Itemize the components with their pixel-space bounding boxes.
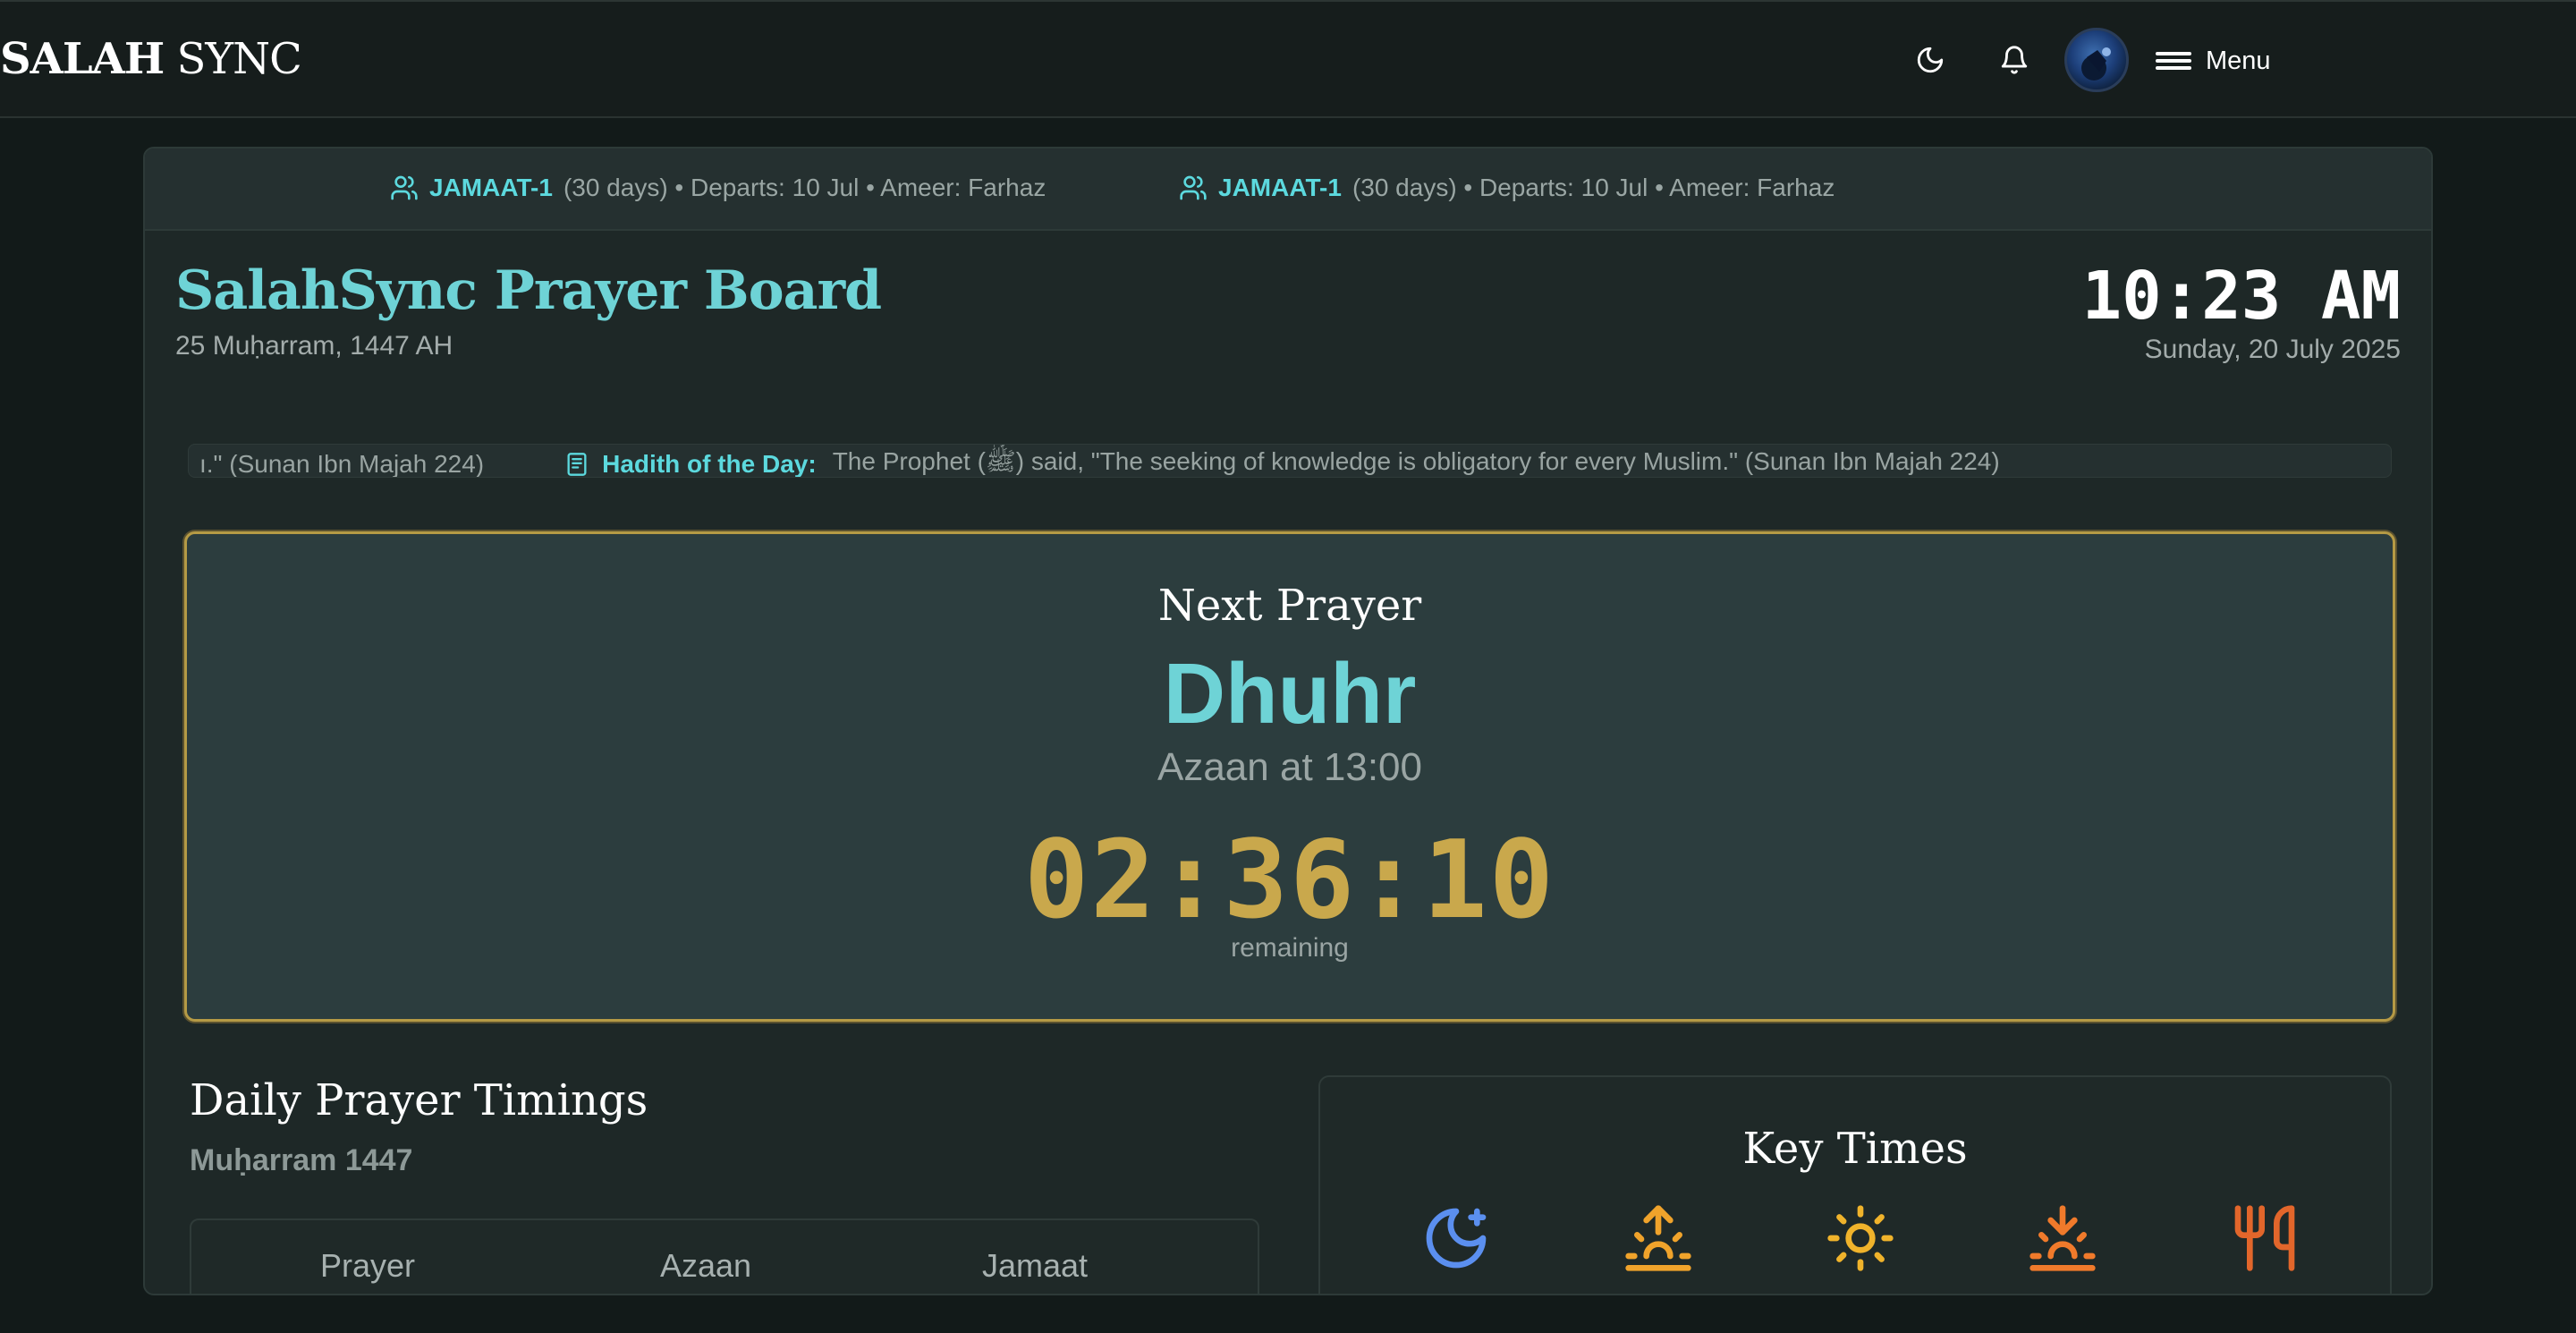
top-bar: SALAH SYNC Menu: [0, 0, 2576, 118]
column-header-prayer: Prayer: [320, 1247, 416, 1284]
hadith-text: The Prophet (ﷺ) said, "The seeking of kn…: [832, 447, 2000, 475]
column-header-jamaat: Jamaat: [982, 1247, 1089, 1284]
hadith-ticker: ı." (Sunan Ibn Majah 224) Hadith of the …: [188, 444, 2392, 478]
current-time: 10:23 AM: [2081, 258, 2401, 335]
notifications-button[interactable]: [1987, 33, 2041, 87]
brand-light: SYNC: [176, 34, 302, 84]
countdown-timer: 02:36:10: [1024, 819, 1555, 943]
next-prayer-heading: Next Prayer: [1157, 581, 1422, 631]
key-times-card: Key Times: [1318, 1075, 2392, 1294]
daily-timings-month: Muḥarram 1447: [190, 1143, 413, 1177]
brand-logo[interactable]: SALAH SYNC: [0, 34, 302, 84]
column-header-azaan: Azaan: [660, 1247, 752, 1284]
sunset-icon: [2029, 1205, 2096, 1271]
avatar[interactable]: [2064, 28, 2129, 92]
moon-star-icon: [1426, 1208, 1487, 1269]
moon-icon: [1917, 47, 1944, 73]
ticker-fragment: ı." (Sunan Ibn Majah 224): [199, 450, 485, 478]
theme-toggle-button[interactable]: [1903, 33, 1957, 87]
menu-label: Menu: [2206, 46, 2271, 75]
book-icon: [567, 453, 587, 476]
hijri-date: 25 Muḥarram, 1447 AH: [175, 331, 453, 361]
avatar-image-icon: [2081, 47, 2111, 81]
utensils-icon: [2234, 1205, 2295, 1271]
page-title: SalahSync Prayer Board: [175, 259, 882, 322]
jamaat-tag: JAMAAT-1: [429, 174, 553, 201]
key-times-title: Key Times: [1742, 1124, 1968, 1174]
remaining-label: remaining: [1231, 933, 1349, 963]
hadith-label: Hadith of the Day:: [602, 450, 817, 478]
jamaat-detail: (30 days) • Departs: 10 Jul • Ameer: Far…: [563, 174, 1046, 201]
daily-timings-title: Daily Prayer Timings: [190, 1075, 648, 1125]
prayer-board: JAMAAT-1 (30 days) • Departs: 10 Jul • A…: [143, 147, 2433, 1295]
users-icon: [391, 175, 418, 200]
next-prayer-name: Dhuhr: [1163, 646, 1417, 742]
jamaat-banner-item[interactable]: JAMAAT-1 (30 days) • Departs: 10 Jul • A…: [390, 174, 1046, 202]
users-icon: [1180, 175, 1207, 200]
jamaat-detail: (30 days) • Departs: 10 Jul • Ameer: Far…: [1352, 174, 1835, 201]
timings-table: Prayer Azaan Jamaat: [190, 1218, 1259, 1294]
jamaat-banner: JAMAAT-1 (30 days) • Departs: 10 Jul • A…: [145, 149, 2431, 231]
jamaat-tag: JAMAAT-1: [1218, 174, 1342, 201]
menu-button[interactable]: Menu: [2156, 38, 2271, 84]
jamaat-banner-item[interactable]: JAMAAT-1 (30 days) • Departs: 10 Jul • A…: [1179, 174, 1835, 202]
next-prayer-card: Next Prayer Dhuhr Azaan at 13:00 02:36:1…: [184, 531, 2395, 1022]
sunrise-icon: [1625, 1205, 1691, 1271]
bell-icon: [2001, 46, 2028, 74]
brand-bold: SALAH: [0, 34, 165, 84]
hamburger-icon: [2156, 52, 2191, 70]
gregorian-date: Sunday, 20 July 2025: [2144, 335, 2401, 364]
next-prayer-azaan: Azaan at 13:00: [1157, 745, 1422, 789]
sun-icon: [1827, 1205, 1894, 1271]
